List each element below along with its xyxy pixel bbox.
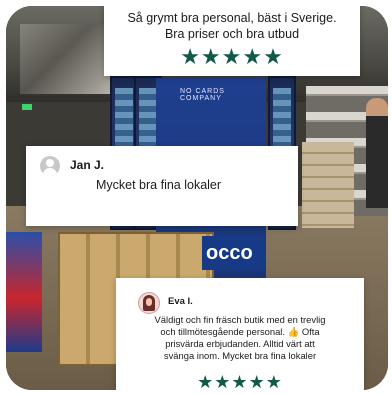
stacked-boxes bbox=[302, 142, 354, 228]
review-text-line: Väldigt och fin fräsch butik med en trev… bbox=[154, 314, 326, 325]
review-text-line: och tillmötesgående personal. 👍 Ofta bbox=[160, 326, 320, 337]
review-text-line: prisvärda erbjudanden. Alltid värt att bbox=[165, 338, 315, 349]
review-text: Så grymt bra personal, bäst i Sverige. B… bbox=[104, 10, 360, 42]
review-text-line: Så grymt bra personal, bäst i Sverige. bbox=[127, 11, 337, 25]
drink-display bbox=[6, 232, 42, 352]
review-text: Mycket bra fina lokaler bbox=[96, 178, 222, 192]
brand-sign: occo bbox=[202, 236, 266, 270]
review-author: Eva I. bbox=[168, 296, 193, 307]
review-card: Jan J. Mycket bra fina lokaler bbox=[26, 146, 298, 226]
review-card: Eva I. Väldigt och fin fräsch butik med … bbox=[116, 278, 364, 390]
review-text-line: svänga inom. Mycket bra fina lokaler bbox=[163, 350, 317, 361]
photo-frame: NO CARDS COMPANY occo Så grymt bra perso… bbox=[6, 6, 388, 390]
exit-sign bbox=[22, 104, 32, 110]
review-text: Väldigt och fin fräsch butik med en trev… bbox=[124, 314, 356, 362]
wall-poster bbox=[20, 24, 110, 94]
star-rating-icon: ★★★★★ bbox=[180, 44, 284, 69]
woman-avatar-icon bbox=[138, 292, 160, 314]
review-card: Så grymt bra personal, bäst i Sverige. B… bbox=[104, 6, 360, 76]
star-rating-icon: ★★★★★ bbox=[197, 372, 283, 390]
shopper-figure bbox=[366, 98, 388, 208]
review-text-line: Bra priser och bra utbud bbox=[164, 27, 300, 41]
user-placeholder-icon bbox=[40, 156, 60, 176]
review-author: Jan J. bbox=[70, 158, 105, 172]
brand-wall-text: NO CARDS COMPANY bbox=[180, 88, 225, 102]
